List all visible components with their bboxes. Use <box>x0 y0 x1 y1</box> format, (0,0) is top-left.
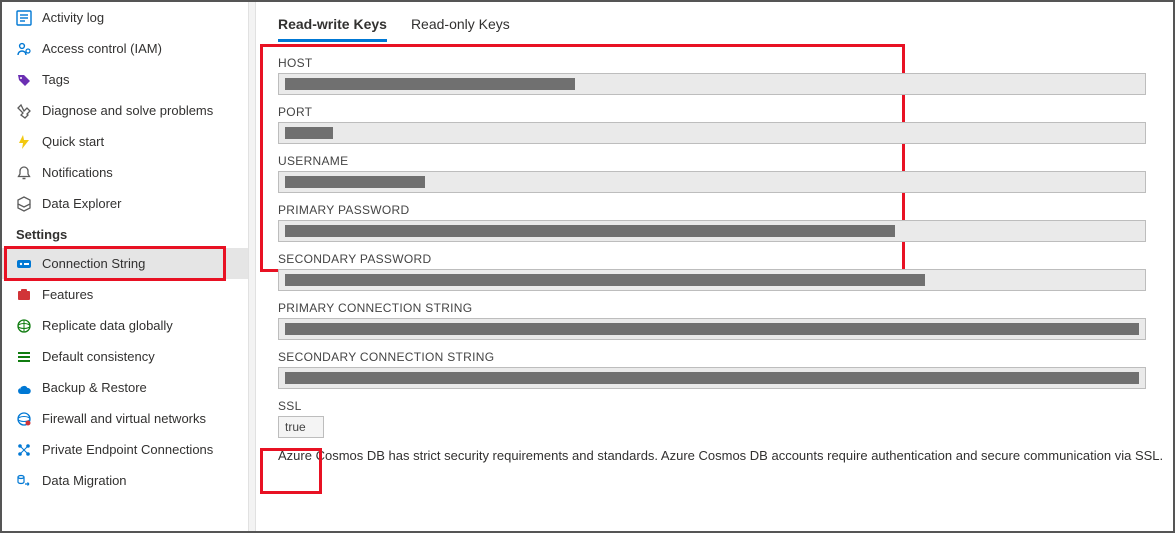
field-secondary-connection-string: SECONDARY CONNECTION STRING <box>278 350 1173 389</box>
field-label: PRIMARY CONNECTION STRING <box>278 301 1173 315</box>
field-input[interactable] <box>278 171 1146 193</box>
nav-item-label: Diagnose and solve problems <box>42 103 213 118</box>
nav-item-label: Activity log <box>42 10 104 25</box>
field-label: PRIMARY PASSWORD <box>278 203 1173 217</box>
data-explorer-icon <box>16 196 32 212</box>
field-label: SECONDARY PASSWORD <box>278 252 1173 266</box>
activity-log-icon <box>16 10 32 26</box>
nav-item-connection-string[interactable]: Connection String <box>2 248 248 279</box>
replicate-icon <box>16 318 32 334</box>
nav-item-label: Private Endpoint Connections <box>42 442 213 457</box>
field-host: HOST <box>278 56 1173 95</box>
nav-item-label: Features <box>42 287 93 302</box>
ssl-value[interactable]: true <box>278 416 324 438</box>
field-label: PORT <box>278 105 1173 119</box>
redacted-value <box>285 372 1139 384</box>
connection-string-icon <box>16 256 32 272</box>
field-label: HOST <box>278 56 1173 70</box>
nav-item-private-endpoint-connections[interactable]: Private Endpoint Connections <box>2 434 248 465</box>
field-primary-connection-string: PRIMARY CONNECTION STRING <box>278 301 1173 340</box>
field-secondary-password: SECONDARY PASSWORD <box>278 252 1173 291</box>
nav-item-tags[interactable]: Tags <box>2 64 248 95</box>
redacted-value <box>285 274 925 286</box>
field-input[interactable] <box>278 122 1146 144</box>
field-label: SECONDARY CONNECTION STRING <box>278 350 1173 364</box>
field-input[interactable] <box>278 220 1146 242</box>
tab-read-only-keys[interactable]: Read-only Keys <box>411 12 510 42</box>
redacted-value <box>285 323 1139 335</box>
redacted-value <box>285 225 895 237</box>
nav-item-default-consistency[interactable]: Default consistency <box>2 341 248 372</box>
nav-item-label: Access control (IAM) <box>42 41 162 56</box>
nav-item-quick-start[interactable]: Quick start <box>2 126 248 157</box>
field-input[interactable] <box>278 269 1146 291</box>
migration-icon <box>16 473 32 489</box>
backup-icon <box>16 380 32 396</box>
nav-item-label: Replicate data globally <box>42 318 173 333</box>
field-label-ssl: SSL <box>278 399 1173 413</box>
nav-item-access-control-iam-[interactable]: Access control (IAM) <box>2 33 248 64</box>
field-primary-password: PRIMARY PASSWORD <box>278 203 1173 242</box>
settings-header: Settings <box>2 219 248 248</box>
redacted-value <box>285 176 425 188</box>
nav-item-label: Notifications <box>42 165 113 180</box>
nav-item-label: Data Migration <box>42 473 127 488</box>
sidebar: Activity log Access control (IAM) Tags Diag… <box>2 2 249 531</box>
field-input[interactable] <box>278 318 1146 340</box>
notifications-icon <box>16 165 32 181</box>
nav-item-features[interactable]: Features <box>2 279 248 310</box>
footer-text: Azure Cosmos DB has strict security requ… <box>278 448 1173 463</box>
nav-item-label: Connection String <box>42 256 145 271</box>
main-panel: Read-write Keys Read-only Keys HOST PORT US… <box>256 2 1173 531</box>
tab-read-write-keys[interactable]: Read-write Keys <box>278 12 387 42</box>
field-label: USERNAME <box>278 154 1173 168</box>
firewall-icon <box>16 411 32 427</box>
nav-item-data-migration[interactable]: Data Migration <box>2 465 248 496</box>
nav-item-firewall-and-virtual-networks[interactable]: Firewall and virtual networks <box>2 403 248 434</box>
tags-icon <box>16 72 32 88</box>
consistency-icon <box>16 349 32 365</box>
redacted-value <box>285 127 333 139</box>
diagnose-icon <box>16 103 32 119</box>
access-control-icon <box>16 41 32 57</box>
features-icon <box>16 287 32 303</box>
nav-item-label: Default consistency <box>42 349 155 364</box>
field-ssl: SSL true <box>278 399 1173 438</box>
nav-item-label: Tags <box>42 72 69 87</box>
nav-item-notifications[interactable]: Notifications <box>2 157 248 188</box>
tabs: Read-write Keys Read-only Keys <box>278 12 1173 42</box>
field-input[interactable] <box>278 73 1146 95</box>
ssl-value-text: true <box>285 420 306 434</box>
nav-item-diagnose-and-solve-problems[interactable]: Diagnose and solve problems <box>2 95 248 126</box>
nav-item-replicate-data-globally[interactable]: Replicate data globally <box>2 310 248 341</box>
sidebar-scrollbar[interactable] <box>249 2 256 531</box>
nav-item-label: Backup & Restore <box>42 380 147 395</box>
nav-item-backup-restore[interactable]: Backup & Restore <box>2 372 248 403</box>
field-username: USERNAME <box>278 154 1173 193</box>
endpoint-icon <box>16 442 32 458</box>
nav-item-label: Firewall and virtual networks <box>42 411 206 426</box>
nav-item-label: Data Explorer <box>42 196 121 211</box>
nav-item-data-explorer[interactable]: Data Explorer <box>2 188 248 219</box>
nav-item-activity-log[interactable]: Activity log <box>2 2 248 33</box>
redacted-value <box>285 78 575 90</box>
quick-start-icon <box>16 134 32 150</box>
field-input[interactable] <box>278 367 1146 389</box>
nav-item-label: Quick start <box>42 134 104 149</box>
field-port: PORT <box>278 105 1173 144</box>
